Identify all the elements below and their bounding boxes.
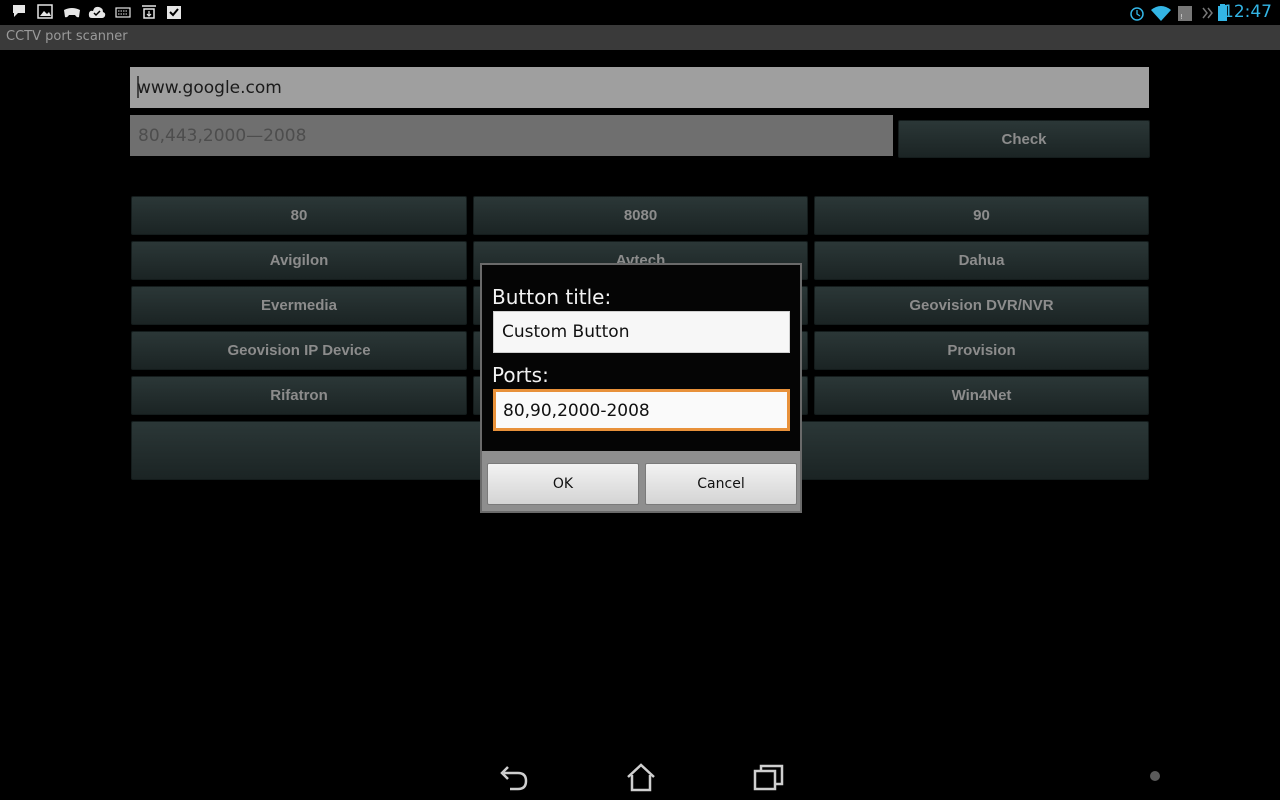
dialog-footer: OK Cancel <box>482 451 800 511</box>
dialog-ports-input[interactable]: 80,90,2000-2008 <box>493 389 790 431</box>
button-label: 90 <box>973 207 990 224</box>
button-label: Geovision DVR/NVR <box>909 297 1054 314</box>
ports-label: Ports: <box>492 363 549 387</box>
cancel-button-label: Cancel <box>697 476 745 492</box>
port-button-8080[interactable]: 8080 <box>473 196 808 235</box>
cancel-button[interactable]: Cancel <box>645 463 797 505</box>
button-title-label: Button title: <box>492 285 612 309</box>
dot-indicator-icon <box>1150 771 1160 781</box>
port-button-90[interactable]: 90 <box>814 196 1149 235</box>
button-label: Avigilon <box>269 252 329 269</box>
dialog-body: Button title: Custom Button Ports: 80,90… <box>482 265 800 451</box>
button-title-value: Custom Button <box>502 322 630 342</box>
navigation-bar <box>0 755 1280 800</box>
status-bar: ! 12:47 <box>0 0 1280 25</box>
ok-button[interactable]: OK <box>487 463 639 505</box>
title-bar: CCTV port scanner <box>0 25 1280 50</box>
task-check-icon <box>167 6 181 19</box>
dialog-ports-value: 80,90,2000-2008 <box>503 401 650 421</box>
vendor-button-dahua[interactable]: Dahua <box>814 241 1149 280</box>
button-label: 8080 <box>623 207 658 224</box>
button-label: Win4Net <box>951 387 1012 404</box>
app-title: CCTV port scanner <box>6 29 128 44</box>
signal-arrows-icon <box>1202 7 1213 19</box>
vendor-button-geovision-dvr[interactable]: Geovision DVR/NVR <box>814 286 1149 325</box>
vendor-button-win4net[interactable]: Win4Net <box>814 376 1149 415</box>
button-label: 80 <box>290 207 308 224</box>
custom-button-dialog: Button title: Custom Button Ports: 80,90… <box>480 263 802 513</box>
host-input-value: www.google.com <box>137 78 282 98</box>
back-icon[interactable] <box>496 761 530 793</box>
wifi-icon <box>1151 6 1171 21</box>
button-label: Evermedia <box>261 297 337 314</box>
ports-input-placeholder: 80,443,2000—2008 <box>138 126 307 146</box>
check-button-label: Check <box>1001 131 1047 148</box>
chat-icon <box>13 5 25 17</box>
keyboard-icon <box>115 7 131 18</box>
game-controller-icon <box>64 8 80 18</box>
check-button[interactable]: Check <box>898 120 1150 158</box>
clock: 12:47 <box>1223 2 1272 22</box>
ok-button-label: OK <box>552 476 574 492</box>
button-label: Rifatron <box>270 387 328 404</box>
vendor-button-rifatron[interactable]: Rifatron <box>131 376 467 415</box>
recent-apps-icon[interactable] <box>752 761 786 793</box>
port-button-80[interactable]: 80 <box>131 196 467 235</box>
sim-icon: ! <box>1178 6 1192 21</box>
ports-input[interactable]: 80,443,2000—2008 <box>130 115 893 156</box>
button-label: Provision <box>947 342 1016 359</box>
image-icon <box>37 4 53 19</box>
home-icon[interactable] <box>624 761 658 793</box>
vendor-button-avigilon[interactable]: Avigilon <box>131 241 467 280</box>
button-label: Dahua <box>958 252 1005 269</box>
cloud-check-icon <box>88 6 106 18</box>
svg-text:!: ! <box>1180 13 1183 21</box>
vendor-button-evermedia[interactable]: Evermedia <box>131 286 467 325</box>
alarm-icon <box>1130 7 1144 21</box>
host-input[interactable]: www.google.com <box>130 67 1149 108</box>
vendor-button-provision[interactable]: Provision <box>814 331 1149 370</box>
button-title-input[interactable]: Custom Button <box>493 311 790 353</box>
button-label: Geovision IP Device <box>227 342 371 359</box>
download-icon <box>142 5 156 19</box>
vendor-button-geovision-ip[interactable]: Geovision IP Device <box>131 331 467 370</box>
